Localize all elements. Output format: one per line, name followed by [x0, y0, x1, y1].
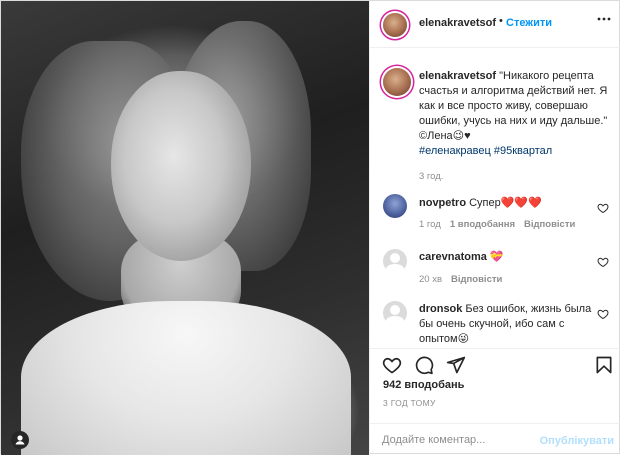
- comment-username[interactable]: novpetro: [419, 197, 466, 209]
- caption-timestamp: 3 год.: [419, 171, 444, 182]
- post-side-panel: elenakravetsof • Стежити elenakravetsof …: [369, 1, 620, 455]
- caption-block: elenakravetsof "Никакого рецепта счастья…: [419, 69, 614, 182]
- comment-avatar[interactable]: [383, 249, 407, 274]
- instagram-post: elenakravetsof • Стежити elenakravetsof …: [0, 0, 620, 455]
- comment-like-icon[interactable]: [597, 202, 609, 214]
- post-photo[interactable]: [1, 1, 369, 455]
- comment-text-block: dronsok Без ошибок, жизнь была бы очень с…: [419, 302, 594, 347]
- comment-text: 💝: [489, 251, 504, 263]
- separator-dot: •: [499, 15, 503, 27]
- comment-username[interactable]: dronsok: [419, 303, 462, 315]
- post-time[interactable]: 3 ГОД ТОМУ: [383, 398, 436, 408]
- comment-time[interactable]: 1 год: [419, 219, 441, 230]
- publish-button[interactable]: Опублікувати: [540, 435, 614, 447]
- comment-meta: 1 год 1 вподобання Відповісти: [419, 219, 584, 230]
- comment-text-block: carevnatoma 💝: [419, 250, 594, 265]
- post-header: elenakravetsof • Стежити: [370, 1, 620, 48]
- follow-button[interactable]: Стежити: [506, 17, 552, 29]
- likes-count[interactable]: 942 вподобань: [383, 379, 464, 391]
- author-avatar[interactable]: [383, 13, 407, 37]
- author-username[interactable]: elenakravetsof: [419, 17, 496, 29]
- comment-avatar[interactable]: [383, 301, 407, 326]
- comment-reply-button[interactable]: Відповісти: [524, 219, 575, 230]
- comment-username[interactable]: carevnatoma: [419, 251, 487, 263]
- comment-text-block: novpetro Супер❤️❤️❤️: [419, 196, 594, 211]
- more-options-icon[interactable]: [596, 11, 612, 32]
- comment-icon[interactable]: [414, 355, 434, 375]
- tag-person-icon[interactable]: [11, 431, 29, 449]
- like-icon[interactable]: [382, 355, 402, 375]
- photo-face: [111, 71, 251, 261]
- comment-likes[interactable]: 1 вподобання: [450, 219, 515, 230]
- comment-input[interactable]: [382, 431, 542, 449]
- comment-time[interactable]: 20 хв: [419, 274, 442, 285]
- action-bar: [370, 348, 620, 377]
- caption-username[interactable]: elenakravetsof: [419, 70, 496, 82]
- share-icon[interactable]: [446, 355, 466, 375]
- comment-like-icon[interactable]: [597, 256, 609, 268]
- comment-avatar[interactable]: [383, 194, 407, 218]
- caption-hashtags[interactable]: #еленакравец #95квартал: [419, 145, 552, 157]
- comments-list[interactable]: elenakravetsof "Никакого рецепта счастья…: [370, 48, 620, 348]
- comment-meta: 20 хв Відповісти: [419, 274, 511, 285]
- comment-reply-button[interactable]: Відповісти: [451, 274, 502, 285]
- comment-like-icon[interactable]: [597, 308, 609, 320]
- caption-avatar[interactable]: [383, 68, 411, 96]
- photo-shirt: [21, 301, 351, 455]
- comment-text: Супер❤️❤️❤️: [469, 197, 542, 209]
- save-icon[interactable]: [594, 355, 614, 375]
- add-comment-bar: Опублікувати: [370, 423, 620, 456]
